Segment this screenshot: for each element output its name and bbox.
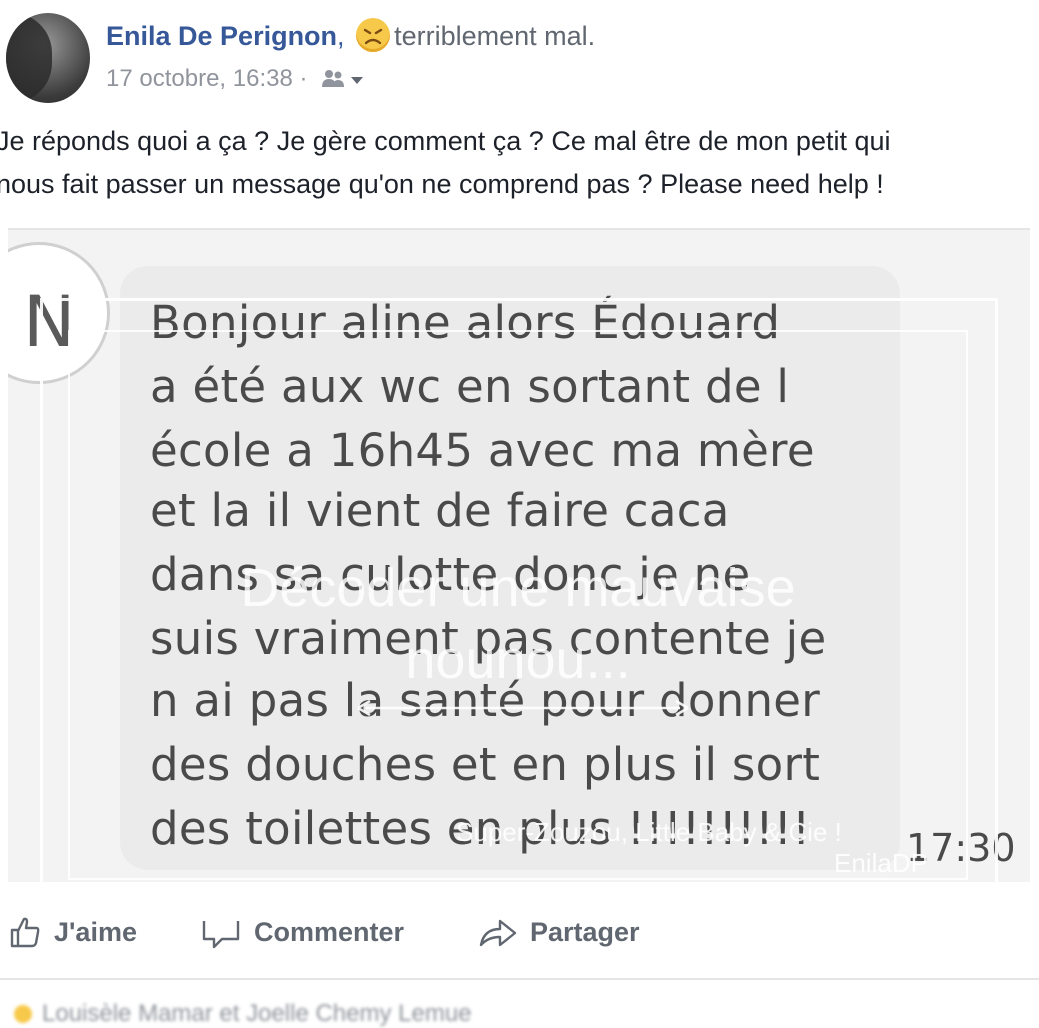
like-label: J'aime (54, 916, 137, 947)
author-avatar[interactable] (6, 13, 90, 103)
reaction-icon (14, 1005, 32, 1023)
watermark-credit-author: EnilaDP (834, 848, 928, 878)
actions-divider (0, 978, 1039, 980)
double-arrow-icon (357, 699, 689, 717)
post-actions: J'aime Commenter Partager (0, 905, 1039, 965)
post-header: Enila De Perignon, terriblement mal. (106, 18, 595, 52)
name-separator: , (337, 21, 345, 51)
post-text-line: Je réponds quoi a ça ? Je gère comment ç… (0, 126, 891, 156)
chevron-down-icon (351, 77, 364, 84)
share-arrow-icon (479, 919, 517, 947)
friends-icon[interactable] (320, 68, 364, 97)
watermark-credit: Super-Zouzou, Little Baby & Cie ! (456, 817, 842, 847)
sad-face-icon (356, 18, 391, 52)
comment-label: Commenter (254, 916, 405, 947)
post-text-line: nous fait passer un message qu'on ne com… (0, 169, 884, 199)
attached-photo[interactable]: N Bonjour aline alors Édouard a été aux … (8, 228, 1030, 882)
meta-separator: · (299, 65, 308, 92)
share-label: Partager (530, 916, 640, 947)
watermark-title: Décoder une mauvaise nounou... (168, 552, 868, 696)
thumbs-up-icon (10, 917, 40, 948)
reactions-names: Louisèle Mamar et Joelle Chemy Lemue (42, 1000, 472, 1027)
like-button[interactable]: J'aime (8, 915, 137, 949)
post-timestamp[interactable]: 17 octobre, 16:38 (106, 65, 293, 92)
post-meta: 17 octobre, 16:38 · (106, 65, 364, 97)
share-button[interactable]: Partager (478, 915, 640, 949)
author-name-link[interactable]: Enila De Perignon (106, 21, 337, 51)
post-body: Je réponds quoi a ça ? Je gère comment ç… (0, 120, 1036, 206)
watermark-title-line: Décoder une mauvaise (240, 558, 796, 618)
comment-button[interactable]: Commenter (200, 915, 404, 949)
watermark-title-line: nounou... (405, 630, 631, 690)
comment-icon (202, 921, 240, 949)
feeling-text: terriblement mal. (394, 21, 596, 51)
